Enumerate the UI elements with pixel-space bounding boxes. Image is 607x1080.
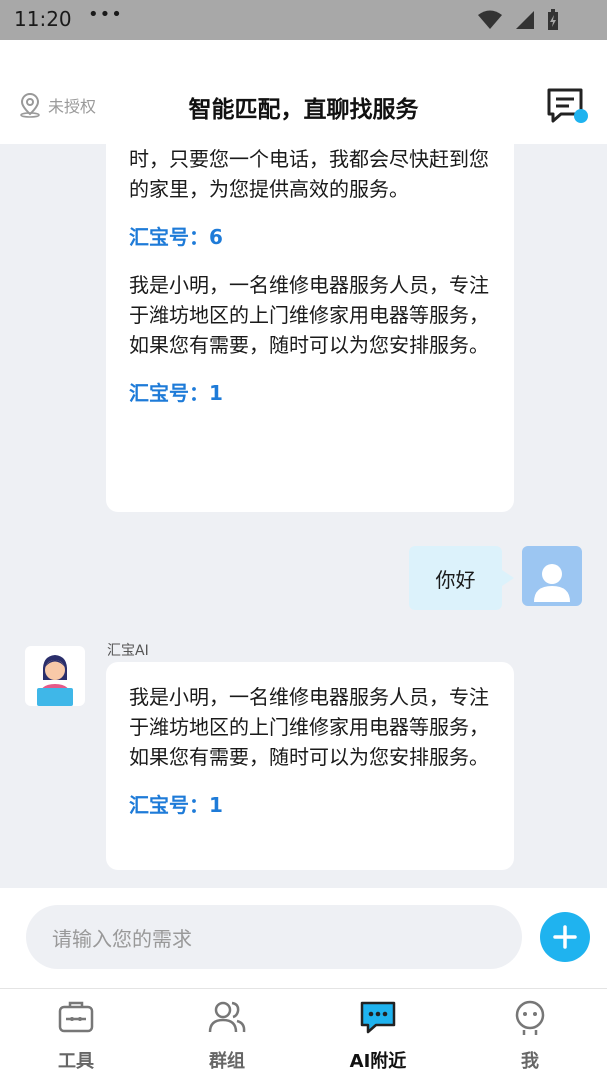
battery-icon: [548, 9, 558, 30]
ai-reply-card: 我是小明，一名维修电器服务人员，专注于潍坊地区的上门维修家用电器等服务，如果您有…: [106, 662, 514, 870]
bottom-tab-bar: 工具 群组 AI附近 我: [0, 988, 607, 1080]
ai-message-card: 我的团队经过严格的培训，技术过硬，确保每一项服务都做到专业可靠。无论何时，只要您…: [106, 144, 514, 512]
message-text: 我是小明，一名维修电器服务人员，专注于潍坊地区的上门维修家用电器等服务，如果您有…: [129, 685, 489, 769]
notification-dots: •••: [88, 4, 123, 25]
wifi-icon: [478, 10, 502, 29]
user-avatar: [522, 546, 582, 606]
tab-tools[interactable]: 工具: [26, 989, 126, 1080]
service-code-link[interactable]: 汇宝号：1: [129, 790, 490, 820]
chat-bubble-icon: [360, 1001, 396, 1034]
request-input[interactable]: 请输入您的需求: [26, 905, 522, 969]
robot-face-icon: [515, 1000, 545, 1035]
tab-me[interactable]: 我: [480, 989, 580, 1080]
ai-avatar: [25, 646, 85, 706]
ai-sender-name: 汇宝AI: [107, 643, 149, 659]
message-icon: [547, 88, 588, 123]
message-text: 我是小明，一名维修电器服务人员，专注于潍坊地区的上门维修家用电器等服务，如果您有…: [129, 273, 489, 357]
page-title: 智能匹配，直聊找服务: [188, 97, 419, 123]
service-code-link[interactable]: 汇宝号：1: [129, 378, 490, 408]
status-icons: [477, 9, 559, 31]
tab-label: 我: [521, 1051, 539, 1072]
tab-label: 群组: [209, 1051, 245, 1072]
user-message-bubble: 你好: [409, 546, 514, 610]
message-text: 我的团队经过严格的培训，技术过硬，确保每一项服务都做到专业可靠。无论何时，只要您…: [129, 147, 489, 201]
message-button[interactable]: [545, 86, 589, 130]
assistant-avatar-icon: [37, 655, 73, 706]
signal-icon: [516, 11, 534, 29]
group-icon: [208, 1001, 246, 1033]
plus-icon: [553, 925, 577, 949]
add-button[interactable]: [540, 912, 590, 962]
input-bar: 请输入您的需求: [0, 888, 607, 988]
chat-area[interactable]: 我的团队经过严格的培训，技术过硬，确保每一项服务都做到专业可靠。无论何时，只要您…: [0, 144, 607, 888]
status-time: 11:20: [14, 7, 72, 31]
service-code-link[interactable]: 汇宝号：6: [129, 222, 490, 252]
person-icon: [534, 564, 570, 602]
status-bar: 11:20 •••: [0, 0, 607, 40]
toolbox-icon: [58, 1001, 94, 1033]
tab-groups[interactable]: 群组: [177, 989, 277, 1080]
top-header: 未授权 智能匹配，直聊找服务: [0, 40, 607, 144]
tab-label: AI附近: [349, 1051, 407, 1072]
tab-label: 工具: [58, 1051, 94, 1072]
tab-ai-nearby[interactable]: AI附近: [328, 989, 428, 1080]
